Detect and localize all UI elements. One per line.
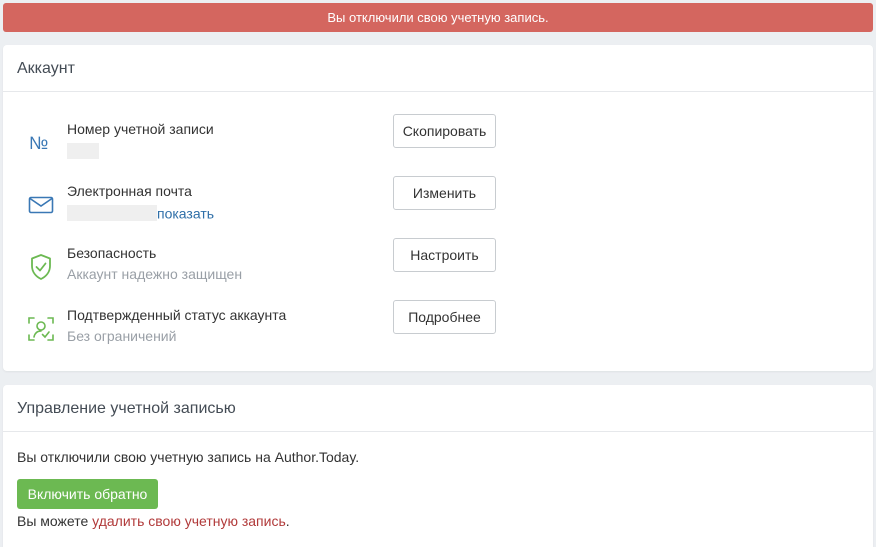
account-management-panel: Управление учетной записью Вы отключили … [3,385,873,547]
envelope-icon [27,191,55,219]
email-row: Электронная почта показать Изменить [3,176,873,233]
disabled-account-message: Вы отключили свою учетную запись на Auth… [17,449,360,465]
enable-account-button[interactable]: Включить обратно [17,479,158,509]
verified-user-icon [27,315,55,343]
delete-note-suffix: . [285,513,290,529]
shield-check-icon [27,253,55,281]
security-row: Безопасность Аккаунт надежно защищен Нас… [3,238,873,295]
email-label: Электронная почта [67,183,192,199]
email-mask [67,205,157,222]
number-icon: № [27,129,55,157]
account-management-title: Управление учетной записью [3,385,873,432]
account-panel: Аккаунт № Номер учетной записи Скопирова… [3,45,873,371]
delete-account-link[interactable]: удалить свою учетную запись [92,513,286,529]
details-button[interactable]: Подробнее [393,300,496,334]
verified-status-value: Без ограничений [67,328,177,344]
svg-text:№: № [29,133,48,153]
account-number-value [67,142,99,160]
account-number-label: Номер учетной записи [67,121,214,137]
show-email-link[interactable]: показать [157,205,214,221]
verified-status-row: Подтвержденный статус аккаунта Без огран… [3,300,873,357]
account-panel-title: Аккаунт [3,45,873,92]
security-status: Аккаунт надежно защищен [67,266,243,282]
security-label: Безопасность [67,245,157,261]
account-number-row: № Номер учетной записи Скопировать [3,114,873,171]
verified-status-label: Подтвержденный статус аккаунта [67,307,287,323]
configure-security-button[interactable]: Настроить [393,238,496,272]
delete-note-prefix: Вы можете [17,513,93,529]
change-email-button[interactable]: Изменить [393,176,496,210]
email-value: показать [67,204,214,222]
account-disabled-alert: Вы отключили свою учетную запись. [3,3,873,32]
copy-button[interactable]: Скопировать [393,114,496,148]
delete-account-note: Вы можете удалить свою учетную запись. [17,513,290,529]
